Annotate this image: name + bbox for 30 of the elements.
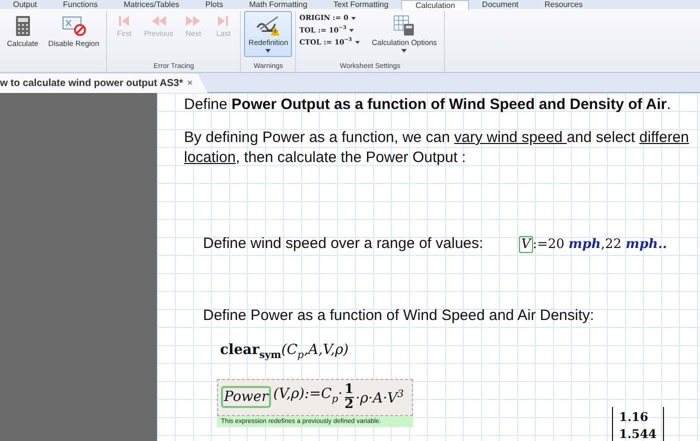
wind-speed-expression[interactable]: V:=20 mph,22 mph.. [519,236,668,252]
first-icon [117,15,132,27]
document-tab[interactable]: w to calculate wind power output AS3* × [0,74,208,93]
paragraph-text: location, then calculate the Power Output : [184,148,467,168]
caret-icon [351,16,356,20]
power-label: Define Power as a function of Wind Speed and Air Density: [203,306,596,326]
caret-icon [354,41,360,44]
matrix-result: 1.16 1.544 [612,407,664,441]
ribbon-tab[interactable]: Math Formatting [236,0,320,9]
disable-region-icon [62,15,86,37]
text-link[interactable]: location [184,149,236,166]
ribbon-tab[interactable]: Resources [532,0,596,9]
ribbon-tab[interactable]: Document [469,0,532,9]
previous-icon [150,15,167,27]
text-link[interactable]: differen [639,129,690,146]
wind-speed-label: Define wind speed over a range of values: [203,234,484,254]
ribbon-tab[interactable]: Calculation [401,0,470,10]
caret-icon [349,29,354,32]
text-link[interactable]: vary wind speed [454,129,567,146]
close-icon[interactable]: × [186,78,193,89]
last-icon [216,15,230,27]
ribbon-tab[interactable]: Text Formatting [320,0,402,9]
ribbon-tab[interactable]: Matrices/Tables [110,0,192,9]
ribbon-tab[interactable]: Functions [50,0,111,9]
ribbon-tab[interactable]: Plots [192,0,236,9]
next-icon [185,15,202,27]
paragraph-text: By defining Power as a function, we can vary wind speed and select differen [184,128,690,148]
clear-expression[interactable]: clear$_{sym}$(C$_{p}$,A,V,ρ) [220,342,349,361]
heading-text: Define Power Output as a function of Wind Speed and Density of Air. [184,95,672,115]
ribbon-tab[interactable]: Output [0,0,50,9]
